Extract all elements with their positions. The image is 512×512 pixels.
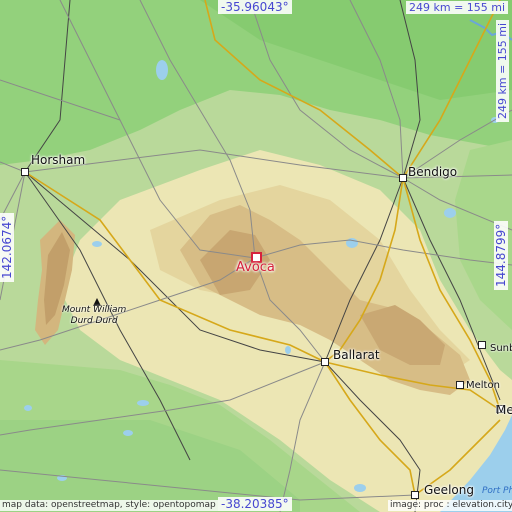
scale-vertical-label: 249 km = 155 mi [496,19,509,122]
peak-label-line2: Durd Durd [70,316,118,326]
peak-label: Mount William Durd Durd [62,305,126,327]
coord-left-label: 142.0674° [0,212,14,282]
melton-marker-icon [456,381,464,389]
city-label-sunbury: Sunb [490,343,512,354]
ballarat-marker-icon [321,358,329,366]
coord-bottom-label: -38.20385° [218,497,292,511]
main-place-label: Avoca [236,260,275,275]
sunbury-marker-icon [478,341,486,349]
peak-label-line1: Mount William [62,305,127,315]
city-label-melton: Melton [466,380,500,391]
city-label-horsham: Horsham [31,153,86,167]
coord-right-label: 144.8799° [494,220,508,290]
horsham-marker-icon [21,168,29,176]
geelong-marker-icon [411,491,419,499]
city-label-ballarat: Ballarat [333,348,380,362]
attribution-left: map data: openstreetmap, style: opentopo… [0,500,218,511]
scale-horizontal-label: 249 km = 155 mi [406,1,509,14]
city-label-bendigo: Bendigo [408,165,458,179]
water-label: Port Ph [482,486,512,496]
map-view[interactable]: Horsham Bendigo Ballarat Geelong Sunb Me… [0,0,512,512]
coord-top-label: -35.96043° [218,0,292,14]
attribution-right: image: proc : elevation.city [388,500,512,511]
bendigo-marker-icon [399,174,407,182]
city-label-geelong: Geelong [424,483,474,497]
city-label-melbourne: Me [496,403,512,417]
